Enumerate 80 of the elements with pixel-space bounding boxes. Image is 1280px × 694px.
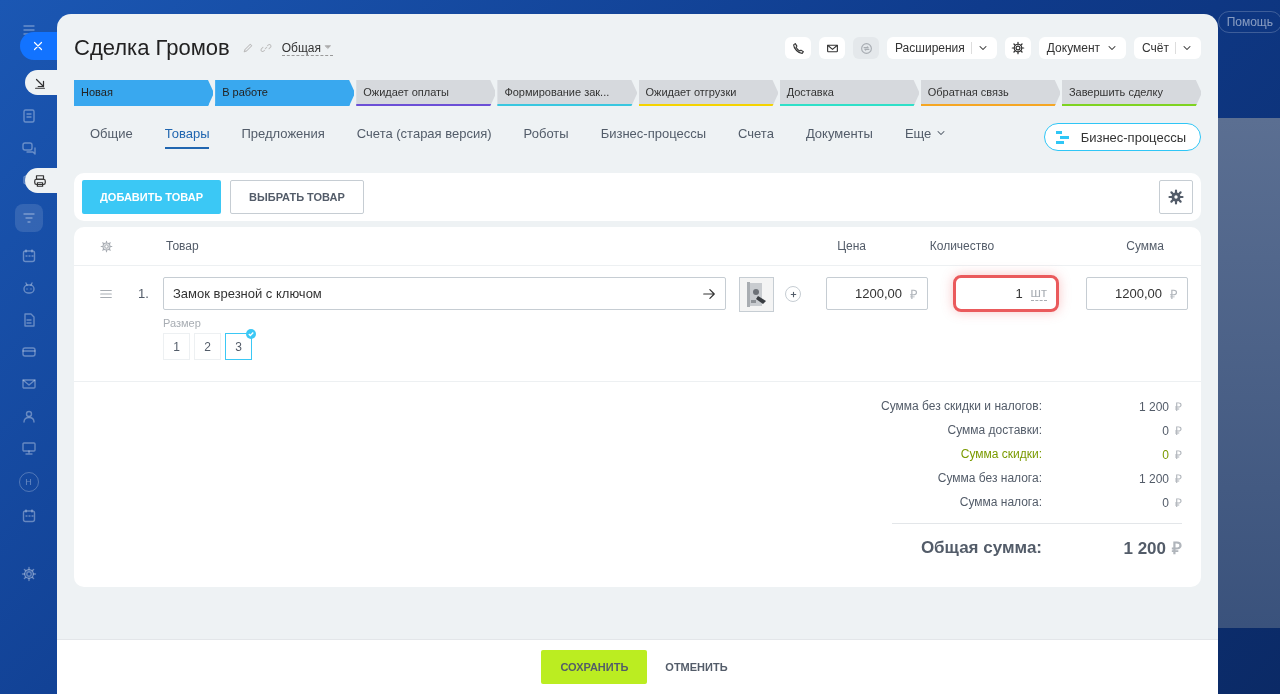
property-label: Размер bbox=[163, 317, 202, 329]
stage-step[interactable]: Новая bbox=[74, 80, 214, 106]
tab[interactable]: Документы bbox=[805, 125, 873, 149]
settings-icon bbox=[20, 566, 37, 582]
email-button[interactable] bbox=[819, 37, 845, 59]
tab[interactable]: Бизнес-процессы bbox=[600, 125, 706, 149]
business-process-button[interactable]: Бизнес-процессы bbox=[1043, 123, 1201, 151]
phone-icon bbox=[791, 41, 805, 55]
extensions-button[interactable]: Расширения bbox=[887, 37, 997, 59]
print-icon bbox=[33, 173, 47, 188]
row-number: 1. bbox=[138, 285, 150, 303]
pencil-icon bbox=[241, 42, 254, 54]
deal-title: Сделка Громов bbox=[74, 35, 230, 61]
total-label: Сумма налога: bbox=[958, 495, 1042, 509]
robot-icon bbox=[20, 280, 37, 296]
tab[interactable]: Счета (старая версия) bbox=[356, 125, 492, 149]
product-name-field[interactable]: Замок врезной с ключом bbox=[163, 277, 726, 310]
choose-product-button[interactable]: ВЫБРАТЬ ТОВАР bbox=[230, 180, 364, 214]
settings-button[interactable] bbox=[1159, 180, 1193, 214]
settings-icon bbox=[1168, 189, 1184, 205]
close-icon bbox=[31, 39, 45, 53]
total-value: 0 ₽ bbox=[1161, 422, 1182, 439]
settings-icon bbox=[99, 239, 113, 253]
chat-icon bbox=[859, 41, 873, 55]
column-header: Товар bbox=[166, 239, 200, 253]
menu-icon bbox=[20, 22, 37, 38]
stage-step[interactable]: Обратная связь bbox=[920, 80, 1060, 106]
arrow-right-icon bbox=[702, 286, 716, 301]
total-label: Сумма без скидки и налогов: bbox=[880, 399, 1042, 413]
grand-total-value: 1 200 ₽ bbox=[1122, 538, 1182, 559]
column-header: Сумма bbox=[1125, 239, 1164, 253]
column-header: Цена bbox=[836, 239, 866, 253]
size-option[interactable]: 1 bbox=[163, 333, 190, 360]
quantity-field[interactable]: 1 шт bbox=[953, 275, 1059, 312]
sum-field[interactable]: 1200,00 ₽ bbox=[1086, 277, 1188, 310]
total-value: 1 200 ₽ bbox=[1137, 470, 1182, 487]
card-icon bbox=[20, 344, 37, 360]
grand-total-label: Общая сумма: bbox=[919, 537, 1042, 558]
call-button[interactable] bbox=[785, 37, 811, 59]
total-value: 0 ₽ bbox=[1161, 446, 1182, 463]
tab[interactable]: Общие bbox=[90, 125, 133, 149]
category-dropdown[interactable]: Общая bbox=[281, 40, 333, 56]
print-button[interactable] bbox=[25, 168, 57, 193]
filter-icon bbox=[14, 204, 43, 232]
link-icon bbox=[259, 42, 272, 54]
total-label: Сумма без налога: bbox=[936, 471, 1042, 485]
stage-step[interactable]: Ожидает отгрузки bbox=[638, 80, 778, 106]
total-label: Сумма доставки: bbox=[946, 423, 1042, 437]
price-field[interactable]: 1200,00 ₽ bbox=[826, 277, 928, 310]
tab[interactable]: Роботы bbox=[523, 125, 569, 149]
tab[interactable]: Еще bbox=[904, 125, 948, 149]
doc-icon bbox=[20, 108, 37, 124]
document-button[interactable]: Документ bbox=[1038, 37, 1127, 59]
stage-step[interactable]: В работе bbox=[215, 80, 355, 106]
plus-icon bbox=[788, 289, 798, 299]
tab[interactable]: Товары bbox=[164, 125, 210, 149]
stage-step[interactable]: Доставка bbox=[779, 80, 919, 106]
total-label: Сумма скидки: bbox=[959, 447, 1042, 461]
mail-icon bbox=[20, 376, 37, 392]
settings-icon bbox=[1010, 41, 1025, 55]
stage-step[interactable]: Завершить сделку bbox=[1061, 80, 1201, 106]
stage-step[interactable]: Ожидает оплаты bbox=[356, 80, 496, 106]
calendar-icon bbox=[20, 508, 37, 524]
stage-step[interactable]: Формирование зак... bbox=[497, 80, 637, 106]
people-icon bbox=[20, 408, 37, 424]
flow-icon bbox=[1054, 129, 1071, 145]
chat-icon bbox=[20, 140, 37, 156]
minimize-button[interactable] bbox=[25, 70, 57, 95]
tab[interactable]: Предложения bbox=[241, 125, 325, 149]
cancel-button[interactable]: ОТМЕНИТЬ bbox=[659, 660, 734, 674]
size-option[interactable]: 2 bbox=[194, 333, 221, 360]
total-value: 0 ₽ bbox=[1161, 494, 1182, 511]
calendar-icon bbox=[20, 248, 37, 264]
total-value: 1 200 ₽ bbox=[1137, 398, 1182, 415]
column-header: Количество bbox=[928, 239, 996, 253]
tab[interactable]: Счета bbox=[738, 125, 774, 149]
settings-button[interactable] bbox=[1004, 37, 1031, 59]
invoice-button[interactable]: Счёт bbox=[1134, 37, 1201, 59]
monitor-icon bbox=[20, 440, 37, 456]
save-button[interactable]: СОХРАНИТЬ bbox=[541, 650, 648, 684]
